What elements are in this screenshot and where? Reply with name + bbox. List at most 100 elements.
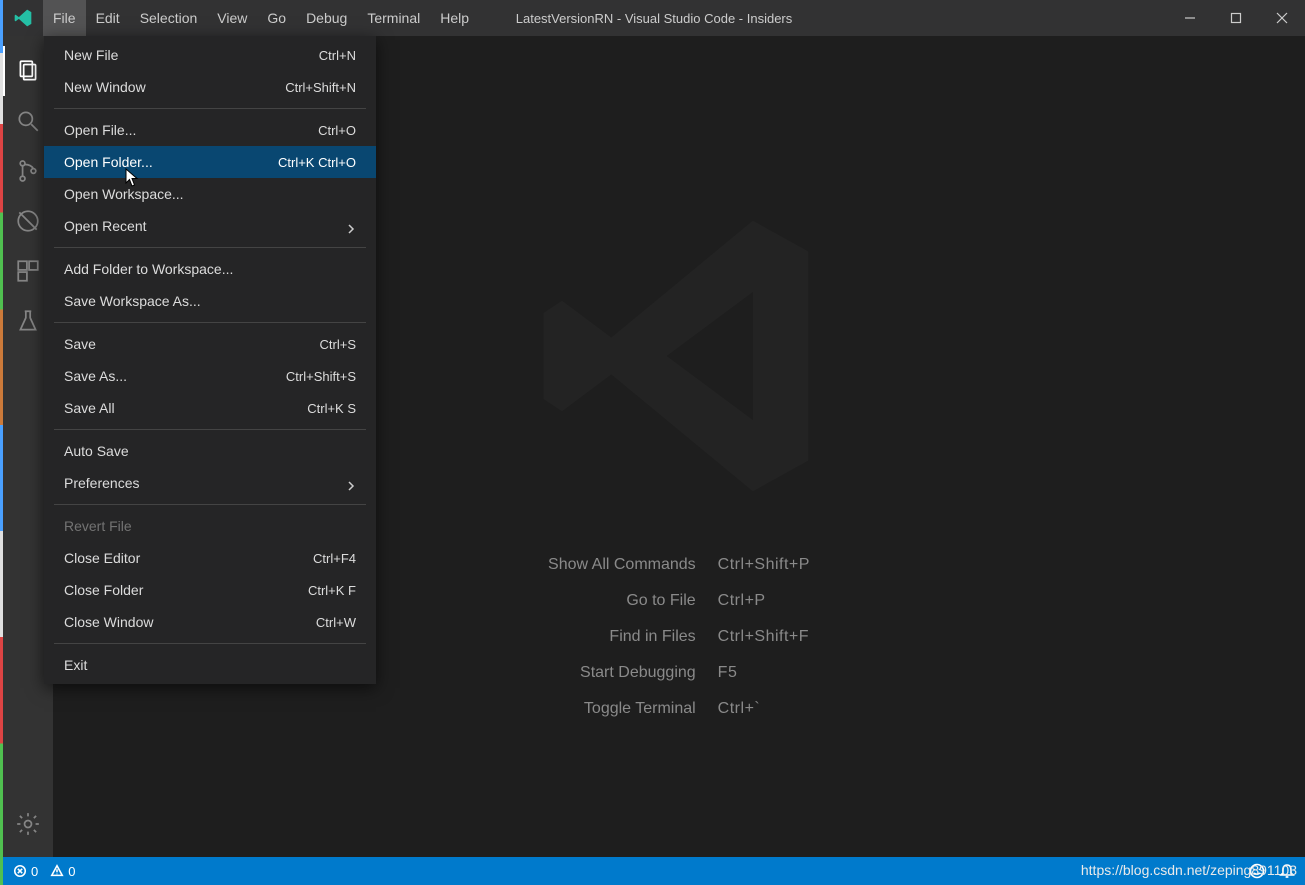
hint-keybinding: Ctrl+` (718, 700, 810, 718)
watermark-url: https://blog.csdn.net/zeping891103 (1081, 862, 1297, 878)
welcome-hints: Show All Commands Ctrl+Shift+P Go to Fil… (548, 556, 810, 718)
menu-item-label: Close Editor (64, 550, 140, 566)
menu-label: Terminal (367, 10, 420, 26)
file-menu-item[interactable]: Add Folder to Workspace... (44, 253, 376, 285)
menu-item-label: Open Recent (64, 218, 147, 234)
menu-help[interactable]: Help (430, 0, 479, 36)
menu-item-label: Open Folder... (64, 154, 153, 170)
file-menu-item[interactable]: Preferences (44, 467, 376, 499)
menu-item-accelerator: Ctrl+N (319, 48, 356, 63)
file-menu-item[interactable]: Open Recent (44, 210, 376, 242)
file-menu-item[interactable]: Close Editor Ctrl+F4 (44, 542, 376, 574)
hint-keybinding: Ctrl+Shift+F (718, 628, 810, 646)
menu-label: Edit (96, 10, 120, 26)
file-menu-item: Revert File (44, 510, 376, 542)
menu-item-label: New Window (64, 79, 146, 95)
window-controls (1167, 0, 1305, 36)
hint-keybinding: Ctrl+Shift+P (718, 556, 810, 574)
menu-item-label: Auto Save (64, 443, 129, 459)
menu-item-label: Open File... (64, 122, 136, 138)
mouse-cursor-icon (125, 168, 139, 188)
hint-label: Find in Files (548, 628, 696, 646)
menu-item-accelerator: Ctrl+W (316, 615, 356, 630)
file-menu-item[interactable]: Save Workspace As... (44, 285, 376, 317)
file-menu-item[interactable]: New Window Ctrl+Shift+N (44, 71, 376, 103)
hint-label: Show All Commands (548, 556, 696, 574)
menu-separator (54, 322, 366, 323)
window-maximize-button[interactable] (1213, 0, 1259, 36)
menu-item-label: Exit (64, 657, 87, 673)
menu-label: File (53, 10, 76, 26)
menu-item-accelerator: Ctrl+Shift+S (286, 369, 356, 384)
menu-item-label: Close Folder (64, 582, 143, 598)
menu-selection[interactable]: Selection (130, 0, 208, 36)
vscode-watermark-logo-icon (519, 196, 839, 521)
file-menu-item[interactable]: Save All Ctrl+K S (44, 392, 376, 424)
window-title: LatestVersionRN - Visual Studio Code - I… (516, 11, 793, 26)
file-menu-item[interactable]: Exit (44, 649, 376, 681)
file-menu-item[interactable]: Open Folder... Ctrl+K Ctrl+O (44, 146, 376, 178)
file-menu-item[interactable]: Open Workspace... (44, 178, 376, 210)
hint-label: Start Debugging (548, 664, 696, 682)
menu-item-label: Save Workspace As... (64, 293, 201, 309)
menu-terminal[interactable]: Terminal (357, 0, 430, 36)
menu-label: Selection (140, 10, 198, 26)
chevron-right-icon (346, 221, 356, 231)
menu-label: Help (440, 10, 469, 26)
file-menu-item[interactable]: Open File... Ctrl+O (44, 114, 376, 146)
file-menu-dropdown: New File Ctrl+N New Window Ctrl+Shift+N Open… (44, 36, 376, 684)
menu-edit[interactable]: Edit (86, 0, 130, 36)
menu-separator (54, 108, 366, 109)
vscode-insiders-logo-icon (3, 8, 43, 28)
menu-label: Go (267, 10, 286, 26)
title-bar: File Edit Selection View Go Debug Termin… (3, 0, 1305, 36)
menu-go[interactable]: Go (257, 0, 296, 36)
error-icon (13, 864, 27, 878)
status-errors[interactable]: 0 (13, 864, 38, 879)
menu-item-label: Save All (64, 400, 115, 416)
menu-label: View (217, 10, 247, 26)
menu-debug[interactable]: Debug (296, 0, 357, 36)
menu-item-label: New File (64, 47, 118, 63)
status-errors-count: 0 (31, 864, 38, 879)
menu-item-label: Revert File (64, 518, 132, 534)
warning-icon (50, 864, 64, 878)
menu-separator (54, 643, 366, 644)
menu-file[interactable]: File (43, 0, 86, 36)
menu-item-label: Save (64, 336, 96, 352)
menu-item-accelerator: Ctrl+S (320, 337, 356, 352)
chevron-right-icon (346, 478, 356, 488)
menu-item-accelerator: Ctrl+K F (308, 583, 356, 598)
file-menu-item[interactable]: Save Ctrl+S (44, 328, 376, 360)
menu-item-accelerator: Ctrl+F4 (313, 551, 356, 566)
file-menu-item[interactable]: Auto Save (44, 435, 376, 467)
file-menu-item[interactable]: Close Window Ctrl+W (44, 606, 376, 638)
menu-separator (54, 429, 366, 430)
status-warnings-count: 0 (68, 864, 75, 879)
menu-item-accelerator: Ctrl+K Ctrl+O (278, 155, 356, 170)
menu-item-accelerator: Ctrl+O (318, 123, 356, 138)
menu-item-label: Open Workspace... (64, 186, 184, 202)
status-warnings[interactable]: 0 (50, 864, 75, 879)
activity-settings-icon[interactable] (3, 799, 53, 849)
menu-item-label: Save As... (64, 368, 127, 384)
menu-bar: File Edit Selection View Go Debug Termin… (43, 0, 479, 36)
menu-separator (54, 247, 366, 248)
window-minimize-button[interactable] (1167, 0, 1213, 36)
hint-keybinding: Ctrl+P (718, 592, 810, 610)
file-menu-item[interactable]: Close Folder Ctrl+K F (44, 574, 376, 606)
menu-item-label: Add Folder to Workspace... (64, 261, 233, 277)
menu-item-accelerator: Ctrl+K S (307, 401, 356, 416)
menu-label: Debug (306, 10, 347, 26)
hint-keybinding: F5 (718, 664, 810, 682)
hint-label: Toggle Terminal (548, 700, 696, 718)
window-close-button[interactable] (1259, 0, 1305, 36)
menu-item-label: Close Window (64, 614, 153, 630)
file-menu-item[interactable]: New File Ctrl+N (44, 39, 376, 71)
menu-item-accelerator: Ctrl+Shift+N (285, 80, 356, 95)
file-menu-item[interactable]: Save As... Ctrl+Shift+S (44, 360, 376, 392)
menu-view[interactable]: View (207, 0, 257, 36)
menu-item-label: Preferences (64, 475, 139, 491)
hint-label: Go to File (548, 592, 696, 610)
menu-separator (54, 504, 366, 505)
